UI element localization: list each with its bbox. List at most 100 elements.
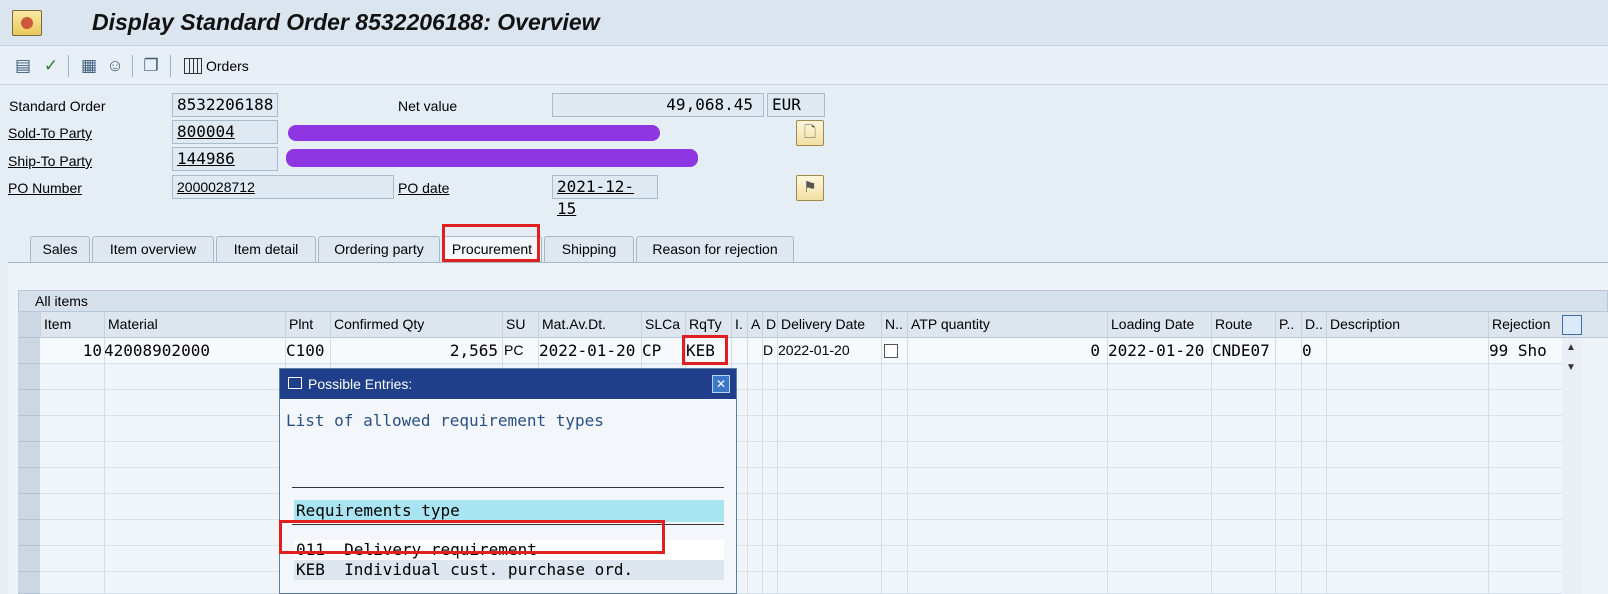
cell-material[interactable]: 42008902000 — [104, 338, 285, 364]
row-selector[interactable] — [18, 364, 40, 390]
tab-sales[interactable]: Sales — [30, 236, 90, 262]
table-row[interactable] — [40, 416, 1562, 442]
sap-menu-icon[interactable] — [12, 10, 42, 36]
po-number-field[interactable]: 2000028712 — [172, 175, 394, 199]
col-confirmed-qty[interactable]: Confirmed Qty — [330, 312, 502, 338]
scroll-down-icon[interactable]: ▼ — [1566, 362, 1576, 373]
document-flow-icon[interactable]: ❐ — [140, 55, 162, 77]
table-row[interactable]: 10 42008902000 C100 2,565 PC 2022-01-20 … — [40, 338, 1562, 364]
tab-ordering-party[interactable]: Ordering party — [318, 236, 440, 262]
currency-field[interactable]: EUR — [767, 93, 825, 117]
check-delete-icon[interactable]: ✓ — [40, 55, 62, 77]
orders-button[interactable]: Orders — [184, 55, 249, 77]
ship-to-party-label[interactable]: Ship-To Party — [8, 153, 92, 169]
cell-su[interactable]: PC — [504, 338, 540, 364]
row-selector[interactable] — [18, 546, 40, 572]
select-all-cell[interactable] — [18, 312, 40, 338]
dialog-title-bar[interactable]: Possible Entries: ✕ — [280, 369, 736, 399]
col-rejection[interactable]: Rejection — [1488, 312, 1562, 338]
cell-rejection[interactable]: 99 Sho — [1489, 338, 1562, 364]
list-item[interactable]: 011 Delivery requirement — [294, 540, 724, 560]
col-i[interactable]: I. — [731, 312, 747, 338]
business-partner-icon[interactable]: ☺ — [104, 55, 126, 77]
dialog-title: Possible Entries: — [308, 376, 413, 392]
col-item[interactable]: Item — [40, 312, 104, 338]
col-delivery-date[interactable]: Delivery Date — [777, 312, 881, 338]
row-selector[interactable] — [18, 442, 40, 468]
tab-item-overview[interactable]: Item overview — [92, 236, 214, 262]
col-loading-date[interactable]: Loading Date — [1107, 312, 1211, 338]
cell-mat-av-dt[interactable]: 2022-01-20 — [539, 338, 642, 364]
row-selector[interactable] — [18, 338, 40, 364]
row-selector[interactable] — [18, 416, 40, 442]
table-row[interactable] — [40, 546, 1562, 572]
po-date-field[interactable]: 2021-12-15 — [552, 175, 658, 218]
cell-rqty[interactable]: KEB — [686, 338, 732, 364]
sold-to-party-field[interactable]: 800004 — [172, 120, 278, 144]
col-p[interactable]: P.. — [1275, 312, 1301, 338]
list-item[interactable]: KEB Individual cust. purchase ord. — [294, 560, 724, 580]
display-change-icon[interactable]: ▤ — [12, 55, 34, 77]
row-selector[interactable] — [18, 572, 40, 594]
dialog-body: List of allowed requirement types Requir… — [280, 399, 736, 593]
entry-text: Delivery requirement — [344, 540, 537, 559]
vertical-scrollbar[interactable]: ▲ ▼ — [1562, 338, 1582, 594]
tab-shipping[interactable]: Shipping — [544, 236, 634, 262]
cell-plnt[interactable]: C100 — [286, 338, 331, 364]
entry-code: KEB — [296, 560, 325, 579]
cell-delivery-date[interactable]: 2022-01-20 — [778, 338, 882, 364]
row-checkbox[interactable] — [884, 344, 898, 358]
col-d2[interactable]: D.. — [1301, 312, 1326, 338]
ship-to-party-field[interactable]: 144986 — [172, 147, 278, 171]
col-route[interactable]: Route — [1211, 312, 1275, 338]
sold-to-party-label[interactable]: Sold-To Party — [8, 125, 92, 141]
row-selector[interactable] — [18, 468, 40, 494]
col-atp-quantity[interactable]: ATP quantity — [907, 312, 1107, 338]
tab-item-detail[interactable]: Item detail — [216, 236, 316, 262]
col-a[interactable]: A — [747, 312, 762, 338]
table-row[interactable] — [40, 442, 1562, 468]
standard-order-field[interactable]: 8532206188 — [172, 93, 278, 117]
table-settings-icon[interactable] — [1562, 315, 1582, 335]
cell-d2[interactable]: 0 — [1302, 338, 1327, 364]
tab-reason-for-rejection[interactable]: Reason for rejection — [636, 236, 794, 262]
col-slca[interactable]: SLCa — [641, 312, 685, 338]
document-icon[interactable]: 🗋 — [796, 120, 824, 146]
col-d[interactable]: D — [762, 312, 777, 338]
col-n[interactable]: N.. — [881, 312, 907, 338]
row-selector[interactable] — [18, 390, 40, 416]
po-number-label[interactable]: PO Number — [8, 180, 82, 196]
close-icon[interactable]: ✕ — [712, 375, 730, 393]
col-su[interactable]: SU — [502, 312, 538, 338]
cell-loading-date[interactable]: 2022-01-20 — [1108, 338, 1212, 364]
table-row[interactable] — [40, 468, 1562, 494]
cell-atp-quantity[interactable]: 0 — [908, 338, 1100, 364]
possible-entries-dialog: Possible Entries: ✕ List of allowed requ… — [279, 368, 737, 594]
table-row[interactable] — [40, 364, 1562, 390]
entries-column-header: Requirements type — [294, 500, 724, 522]
row-selector[interactable] — [18, 520, 40, 546]
col-material[interactable]: Material — [104, 312, 285, 338]
col-plnt[interactable]: Plnt — [285, 312, 330, 338]
table-row[interactable] — [40, 572, 1562, 594]
header-data-icon[interactable]: ▦ — [78, 55, 100, 77]
col-rqty[interactable]: RqTy — [685, 312, 731, 338]
cell-route[interactable]: CNDE07 — [1212, 338, 1276, 364]
ship-to-party-value: 144986 — [177, 149, 235, 168]
net-value-field[interactable]: 49,068.45 — [552, 93, 764, 117]
application-toolbar: ▤ ✓ ▦ ☺ ❐ Orders — [0, 47, 1608, 85]
po-date-label[interactable]: PO date — [398, 180, 449, 196]
scroll-up-icon[interactable]: ▲ — [1566, 342, 1576, 353]
table-row[interactable] — [40, 390, 1562, 416]
order-details-icon[interactable]: ⚑ — [796, 175, 824, 201]
col-description[interactable]: Description — [1326, 312, 1488, 338]
col-mat-av-dt[interactable]: Mat.Av.Dt. — [538, 312, 641, 338]
cell-d[interactable]: D — [763, 338, 778, 364]
row-selector[interactable] — [18, 494, 40, 520]
cell-confirmed-qty[interactable]: 2,565 — [330, 338, 498, 364]
tab-procurement[interactable]: Procurement — [442, 236, 542, 262]
table-row[interactable] — [40, 520, 1562, 546]
cell-slca[interactable]: CP — [642, 338, 686, 364]
table-row[interactable] — [40, 494, 1562, 520]
redaction-mark — [288, 125, 660, 141]
